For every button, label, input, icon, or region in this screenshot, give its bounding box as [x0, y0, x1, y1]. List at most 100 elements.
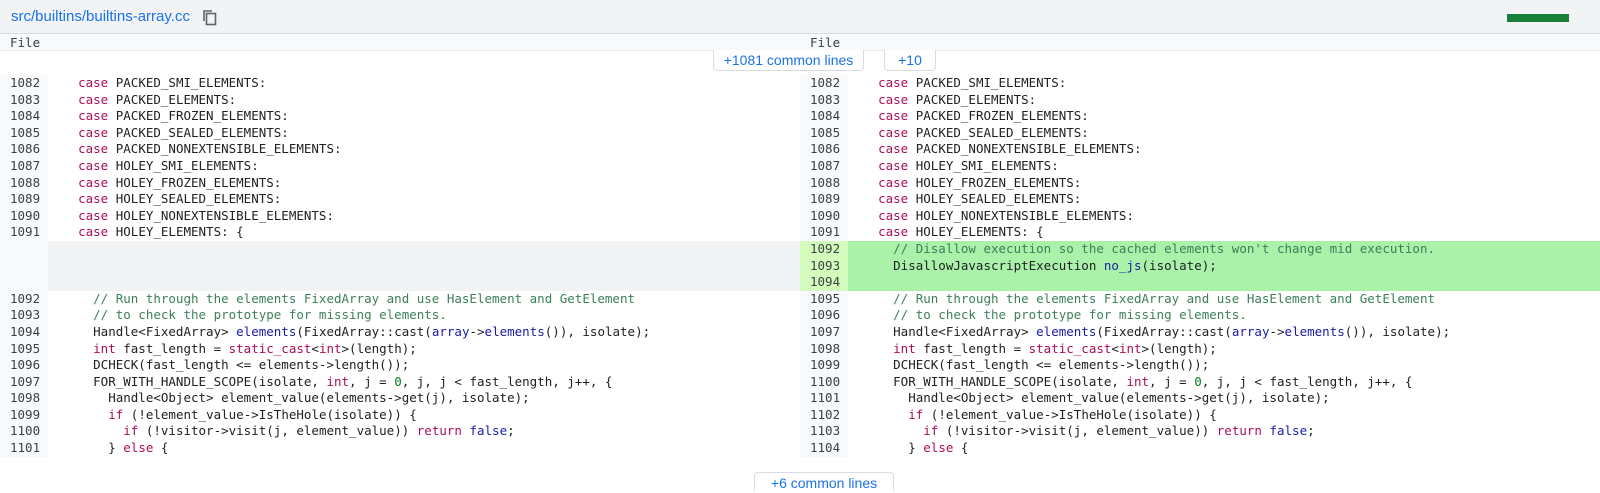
right-code-line: case PACKED_SEALED_ELEMENTS:: [878, 124, 1089, 140]
left-code-line: // Run through the elements FixedArray a…: [48, 290, 635, 306]
left-line-number: 1097: [0, 373, 48, 391]
left-line-number: [0, 240, 48, 258]
right-line-number: 1086: [800, 141, 848, 158]
diff-row: 1101 } else {1104 } else {: [0, 440, 1600, 457]
left-line-number: 1084: [0, 108, 48, 125]
diff-row: 1094 Handle<FixedArray> elements(FixedAr…: [0, 323, 1600, 341]
left-code-line: case HOLEY_ELEMENTS: {: [78, 224, 244, 240]
right-line-number: 1087: [800, 157, 848, 175]
right-line-number: 1084: [800, 108, 848, 125]
left-code-line: case PACKED_ELEMENTS:: [78, 91, 237, 107]
left-line-number: [0, 274, 48, 291]
right-code-line: case PACKED_ELEMENTS:: [878, 91, 1037, 107]
right-line-number: 1098: [800, 340, 848, 358]
right-line-number: 1089: [800, 191, 848, 208]
left-code-line: case PACKED_FROZEN_ELEMENTS:: [78, 108, 289, 124]
right-line-number: 1100: [800, 373, 848, 391]
right-code-line: case HOLEY_NONEXTENSIBLE_ELEMENTS:: [878, 207, 1134, 223]
left-line-number: 1082: [0, 75, 48, 92]
right-code-line: Handle<Object> element_value(elements->g…: [848, 390, 1330, 406]
expand-more-lines-button[interactable]: +10: [884, 50, 936, 71]
right-line-number: 1102: [800, 406, 848, 424]
diff-row: 1087 case HOLEY_SMI_ELEMENTS: 1087 case H…: [0, 157, 1600, 175]
left-line-number: 1087: [0, 157, 48, 175]
right-line-number: 1097: [800, 323, 848, 341]
left-line-number: 1099: [0, 406, 48, 424]
diff-row: 1091 case HOLEY_ELEMENTS: {1091 case HOL…: [0, 224, 1600, 241]
diff-row: 1095 int fast_length = static_cast<int>(…: [0, 340, 1600, 358]
diff-row: 1084 case PACKED_FROZEN_ELEMENTS: 1084 ca…: [0, 108, 1600, 125]
right-code-line: if (!visitor->visit(j, element_value)) r…: [923, 423, 1315, 439]
right-line-number: 1083: [800, 91, 848, 109]
right-line-number: 1090: [800, 207, 848, 225]
left-line-number: 1086: [0, 141, 48, 158]
expand-common-lines-button[interactable]: +1081 common lines: [713, 50, 864, 71]
right-code-line: } else {: [848, 440, 969, 456]
right-line-number: 1099: [800, 357, 848, 374]
right-line-number: 1096: [800, 307, 848, 324]
right-code-line: Handle<FixedArray> elements(FixedArray::…: [848, 323, 1451, 339]
left-code-line: } else {: [48, 440, 169, 456]
right-code-line: case PACKED_SMI_ELEMENTS:: [878, 75, 1067, 90]
left-empty-cell: [48, 257, 800, 275]
right-line-number: 1085: [800, 124, 848, 142]
right-code-line: // to check the prototype for missing el…: [848, 307, 1247, 323]
diff-row: 1085 case PACKED_SEALED_ELEMENTS: 1085 ca…: [0, 124, 1600, 142]
right-code-line: DCHECK(fast_length <= elements->length()…: [848, 357, 1210, 373]
left-code-line: case PACKED_NONEXTENSIBLE_ELEMENTS:: [78, 141, 342, 157]
left-line-number: 1085: [0, 124, 48, 142]
diff-row: 1093 DisallowJavascriptExecution no_js(i…: [0, 257, 1600, 275]
diff-row: 1086 case PACKED_NONEXTENSIBLE_ELEMENTS:…: [0, 141, 1600, 158]
diff-row: 1088 case HOLEY_FROZEN_ELEMENTS: 1088 cas…: [0, 174, 1600, 192]
left-line-number: 1098: [0, 390, 48, 407]
left-code-line: FOR_WITH_HANDLE_SCOPE(isolate, int, j = …: [48, 373, 613, 389]
right-code-line: case HOLEY_SEALED_ELEMENTS:: [878, 191, 1082, 207]
column-headers: File File: [0, 34, 1600, 51]
left-line-number: 1096: [0, 357, 48, 374]
right-line-number: 1104: [800, 440, 848, 457]
right-line-number: 1095: [800, 290, 848, 308]
diff-row: 1092 // Disallow execution so the cached…: [0, 240, 1600, 258]
left-code-line: case PACKED_SMI_ELEMENTS:: [78, 75, 267, 90]
diff-row: 1083 case PACKED_ELEMENTS: 1083 case PACK…: [0, 91, 1600, 109]
left-line-number: 1090: [0, 207, 48, 225]
file-path-link[interactable]: src/builtins/builtins-array.cc: [11, 8, 190, 25]
right-code-line: int fast_length = static_cast<int>(lengt…: [893, 340, 1217, 356]
left-code-line: int fast_length = static_cast<int>(lengt…: [93, 340, 417, 356]
left-code-line: Handle<Object> element_value(elements->g…: [48, 390, 530, 406]
left-code-line: case PACKED_SEALED_ELEMENTS:: [78, 124, 289, 140]
left-code-line: Handle<FixedArray> elements(FixedArray::…: [48, 323, 651, 339]
right-line-number: 1088: [800, 174, 848, 192]
diff-row: 1097 FOR_WITH_HANDLE_SCOPE(isolate, int,…: [0, 373, 1600, 391]
right-line-number: 1092: [800, 240, 848, 258]
left-code-line: DCHECK(fast_length <= elements->length()…: [48, 357, 410, 373]
diff-row: 1089 case HOLEY_SEALED_ELEMENTS: 1089 cas…: [0, 191, 1600, 208]
left-code-line: case HOLEY_FROZEN_ELEMENTS:: [78, 174, 282, 190]
left-line-number: 1100: [0, 423, 48, 441]
right-code-line: case PACKED_NONEXTENSIBLE_ELEMENTS:: [878, 141, 1142, 157]
left-line-number: 1083: [0, 91, 48, 109]
left-line-number: 1088: [0, 174, 48, 192]
right-code-line: case HOLEY_FROZEN_ELEMENTS:: [878, 174, 1082, 190]
right-code-line: case PACKED_FROZEN_ELEMENTS:: [878, 108, 1089, 124]
copy-icon[interactable]: [202, 9, 218, 26]
left-column-header: File: [10, 35, 41, 50]
right-added-code-line: // Disallow execution so the cached elem…: [848, 240, 1600, 258]
diff-row: 1090 case HOLEY_NONEXTENSIBLE_ELEMENTS: 1…: [0, 207, 1600, 225]
right-line-number: 1094: [800, 274, 848, 291]
right-line-number: 1093: [800, 257, 848, 275]
right-code-line: FOR_WITH_HANDLE_SCOPE(isolate, int, j = …: [848, 373, 1413, 389]
left-code-line: // to check the prototype for missing el…: [48, 307, 447, 323]
left-empty-cell: [48, 240, 800, 258]
expand-common-lines-bottom-button[interactable]: +6 common lines: [754, 472, 894, 491]
diff-stat-bar: [1507, 14, 1569, 22]
diff-row: 1096 DCHECK(fast_length <= elements->len…: [0, 357, 1600, 374]
left-code-line: case HOLEY_SEALED_ELEMENTS:: [78, 191, 282, 207]
left-line-number: 1101: [0, 440, 48, 457]
left-line-number: 1094: [0, 323, 48, 341]
diff-row: 1100 if (!visitor->visit(j, element_valu…: [0, 423, 1600, 441]
diff-row: 1099 if (!element_value->IsTheHole(isola…: [0, 406, 1600, 424]
left-line-number: 1089: [0, 191, 48, 208]
diff-row: 1093 // to check the prototype for missi…: [0, 307, 1600, 324]
left-code-line: if (!visitor->visit(j, element_value)) r…: [123, 423, 515, 439]
